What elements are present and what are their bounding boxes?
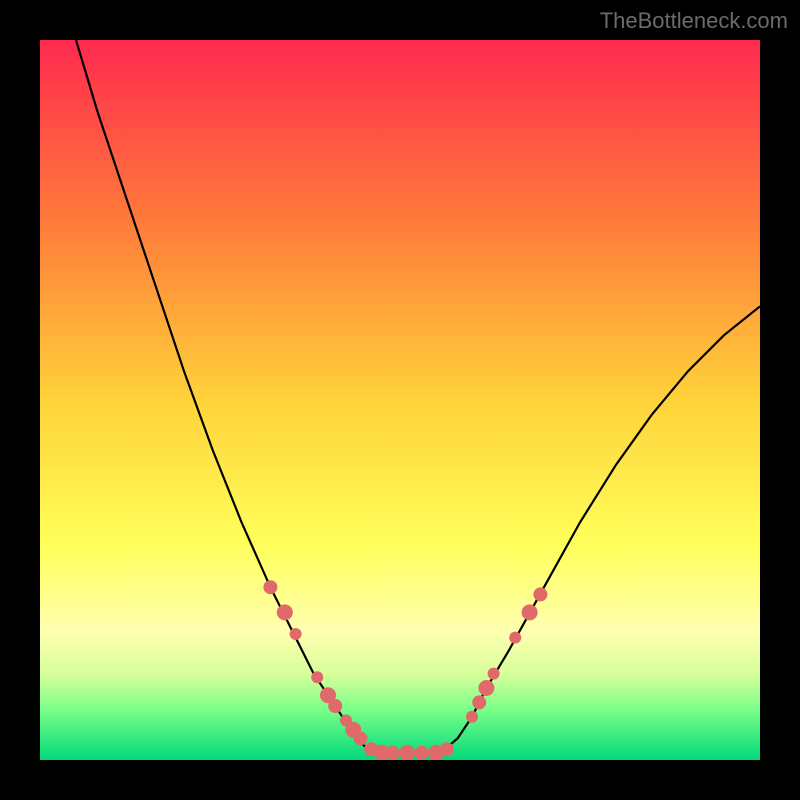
data-marker [386, 746, 400, 760]
data-marker [522, 604, 538, 620]
data-marker [440, 742, 454, 756]
watermark-text: TheBottleneck.com [600, 8, 788, 34]
data-marker [466, 711, 478, 723]
data-marker [311, 671, 323, 683]
data-marker [353, 731, 367, 745]
data-marker [415, 746, 429, 760]
data-marker [472, 695, 486, 709]
plot-area [40, 40, 760, 760]
data-marker [328, 699, 342, 713]
gradient-background [40, 40, 760, 760]
data-marker [478, 680, 494, 696]
chart-svg [40, 40, 760, 760]
data-marker [488, 668, 500, 680]
data-marker [263, 580, 277, 594]
data-marker [509, 632, 521, 644]
data-marker [277, 604, 293, 620]
data-marker [290, 628, 302, 640]
data-marker [533, 587, 547, 601]
